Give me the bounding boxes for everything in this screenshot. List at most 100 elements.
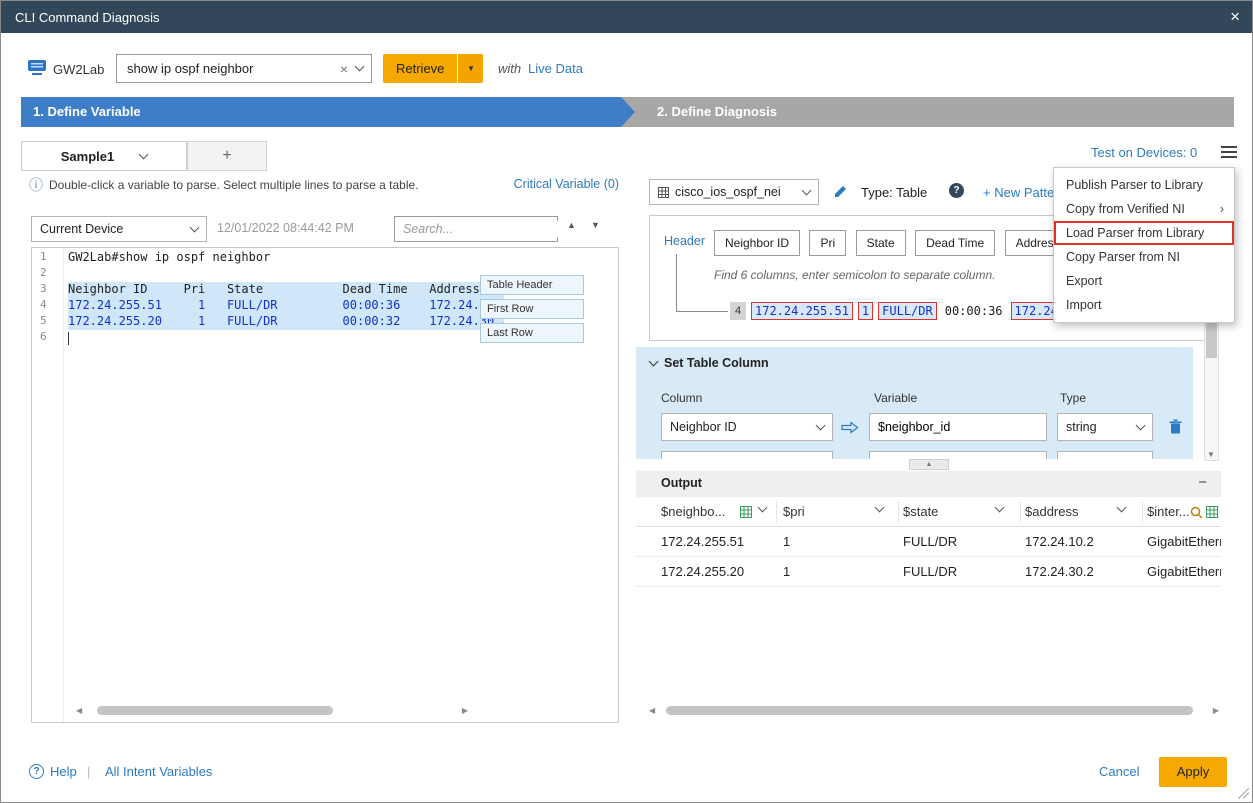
command-dropdown-icon[interactable] bbox=[355, 62, 365, 72]
column-select-dropdown-icon bbox=[816, 420, 826, 430]
variable-input-row2[interactable] bbox=[869, 451, 1047, 459]
menu-item-copy-from-verified-ni[interactable]: Copy from Verified NI › bbox=[1054, 197, 1234, 221]
line-number: 5 bbox=[32, 314, 63, 330]
data-source-select[interactable]: Current Device bbox=[31, 216, 207, 242]
output-col-pri[interactable]: $pri bbox=[783, 497, 805, 527]
command-input[interactable] bbox=[125, 60, 340, 77]
type-select-row2[interactable] bbox=[1057, 451, 1153, 459]
output-col-dropdown-icon[interactable] bbox=[758, 503, 768, 513]
output-col-neighbor[interactable]: $neighbo... bbox=[661, 497, 725, 527]
resize-grip[interactable] bbox=[1237, 787, 1249, 799]
output-col-dropdown-icon[interactable] bbox=[995, 503, 1005, 513]
type-label: Type: Table bbox=[861, 185, 927, 200]
parsed-token[interactable]: 1 bbox=[858, 302, 873, 320]
retrieve-button[interactable]: Retrieve bbox=[383, 54, 457, 83]
help-link[interactable]: Help bbox=[50, 764, 77, 779]
search-box[interactable] bbox=[394, 216, 558, 242]
all-intent-variables-link[interactable]: All Intent Variables bbox=[105, 764, 212, 779]
scroll-right-icon[interactable]: ▶ bbox=[462, 704, 468, 717]
search-next-icon[interactable]: ▼ bbox=[591, 220, 600, 230]
scroll-left-icon[interactable]: ◀ bbox=[649, 704, 655, 717]
output-hscrollbar[interactable]: ◀ ▶ bbox=[649, 704, 1219, 717]
cli-output-editor[interactable]: 1 2 3 4 5 6 GW2Lab#show ip ospf neighbor… bbox=[31, 247, 619, 723]
menu-item-copy-parser-from-ni[interactable]: Copy Parser from NI bbox=[1054, 245, 1234, 269]
collapse-output-icon[interactable]: ▲ bbox=[909, 459, 949, 470]
parsed-token[interactable]: FULL/DR bbox=[878, 302, 937, 320]
menu-item-label: Copy from Verified NI bbox=[1066, 202, 1185, 216]
cancel-button[interactable]: Cancel bbox=[1099, 764, 1139, 779]
tab-sample1[interactable]: Sample1 bbox=[21, 141, 187, 171]
close-icon[interactable]: × bbox=[1230, 7, 1240, 27]
set-table-column-header[interactable]: Set Table Column bbox=[650, 356, 769, 370]
column-select-row2[interactable] bbox=[661, 451, 833, 459]
header-column-button[interactable]: Neighbor ID bbox=[714, 230, 800, 256]
code-line[interactable] bbox=[68, 330, 504, 346]
header-column-button[interactable]: Dead Time bbox=[915, 230, 995, 256]
cell-pri: 1 bbox=[783, 557, 790, 587]
menu-item-export[interactable]: Export bbox=[1054, 269, 1234, 293]
output-col-address[interactable]: $address bbox=[1025, 497, 1078, 527]
sample-timestamp: 12/01/2022 08:44:42 PM bbox=[217, 221, 354, 235]
device-icon bbox=[27, 59, 47, 76]
output-col-dropdown-icon[interactable] bbox=[875, 503, 885, 513]
edit-pencil-icon[interactable] bbox=[833, 183, 849, 199]
output-col-interface[interactable]: $inter... bbox=[1147, 497, 1190, 527]
search-icon[interactable] bbox=[1190, 506, 1203, 519]
search-prev-icon[interactable]: ▲ bbox=[567, 220, 576, 230]
menu-item-publish-parser[interactable]: Publish Parser to Library bbox=[1054, 173, 1234, 197]
code-line[interactable]: GW2Lab#show ip ospf neighbor bbox=[68, 250, 504, 266]
live-data-link[interactable]: Live Data bbox=[528, 61, 583, 76]
dialog-title: CLI Command Diagnosis bbox=[15, 10, 160, 25]
parsed-token[interactable]: 172.24.255.51 bbox=[751, 302, 853, 320]
delete-row-trash-icon[interactable] bbox=[1169, 419, 1182, 434]
add-sample-tab-button[interactable]: + bbox=[187, 141, 267, 171]
type-help-icon[interactable]: ? bbox=[949, 183, 964, 198]
variable-input[interactable] bbox=[869, 413, 1047, 441]
minimize-output-icon[interactable]: − bbox=[1198, 474, 1207, 491]
scroll-left-icon[interactable]: ◀ bbox=[76, 704, 82, 717]
code-line[interactable] bbox=[68, 266, 504, 282]
scroll-down-icon[interactable]: ▼ bbox=[1207, 450, 1215, 459]
code-line-table-header[interactable]: Neighbor ID Pri State Dead Time Address bbox=[68, 282, 504, 298]
scroll-right-icon[interactable]: ▶ bbox=[1213, 704, 1219, 717]
table-icon bbox=[658, 187, 669, 198]
step-define-diagnosis[interactable]: 2. Define Diagnosis bbox=[621, 97, 1234, 127]
output-row[interactable]: 172.24.255.51 1 FULL/DR 172.24.10.2 Giga… bbox=[636, 527, 1221, 557]
column-select[interactable]: Neighbor ID bbox=[661, 413, 833, 441]
output-table-header: $neighbo... $pri $state $address $inter.… bbox=[636, 497, 1221, 527]
help-icon[interactable]: ? bbox=[29, 764, 44, 779]
collapse-section-icon bbox=[649, 356, 659, 366]
unparsed-token[interactable]: 00:00:36 bbox=[942, 303, 1006, 319]
test-on-devices-link[interactable]: Test on Devices: 0 bbox=[1091, 145, 1197, 160]
code-line-first-row[interactable]: 172.24.255.51 1 FULL/DR 00:00:36 172.24.… bbox=[68, 298, 504, 314]
menu-hamburger-icon[interactable] bbox=[1221, 146, 1237, 161]
menu-item-import[interactable]: Import bbox=[1054, 293, 1234, 317]
output-hscroll-thumb[interactable] bbox=[666, 706, 1193, 715]
output-col-state[interactable]: $state bbox=[903, 497, 938, 527]
code-lines[interactable]: GW2Lab#show ip ospf neighbor Neighbor ID… bbox=[68, 250, 504, 346]
header-column-button[interactable]: State bbox=[856, 230, 906, 256]
command-combobox[interactable]: × bbox=[116, 54, 372, 83]
apply-button[interactable]: Apply bbox=[1159, 757, 1227, 787]
line-number: 1 bbox=[32, 250, 63, 266]
critical-variable-link[interactable]: Critical Variable (0) bbox=[461, 177, 619, 191]
step-define-variable[interactable]: 1. Define Variable bbox=[21, 97, 621, 127]
editor-hscroll-thumb[interactable] bbox=[97, 706, 333, 715]
menu-item-load-parser-from-library[interactable]: Load Parser from Library bbox=[1054, 221, 1234, 245]
type-select[interactable]: string bbox=[1057, 413, 1153, 441]
code-line-last-row[interactable]: 172.24.255.20 1 FULL/DR 00:00:32 172.24.… bbox=[68, 314, 504, 330]
column-label: Column bbox=[661, 391, 702, 405]
tab-sample1-label: Sample1 bbox=[61, 149, 114, 164]
search-input[interactable] bbox=[401, 221, 566, 237]
table-icon[interactable] bbox=[1206, 506, 1218, 518]
editor-hscrollbar[interactable]: ◀ ▶ bbox=[76, 704, 468, 717]
output-row[interactable]: 172.24.255.20 1 FULL/DR 172.24.30.2 Giga… bbox=[636, 557, 1221, 587]
retrieve-dropdown-icon[interactable]: ▼ bbox=[457, 54, 483, 83]
tab-sample1-dropdown-icon[interactable] bbox=[139, 149, 149, 159]
parser-select[interactable]: cisco_ios_ospf_nei bbox=[649, 179, 819, 205]
cell-interface: GigabitEthernet bbox=[1147, 557, 1221, 587]
header-column-button[interactable]: Pri bbox=[809, 230, 846, 256]
clear-command-icon[interactable]: × bbox=[340, 61, 348, 77]
table-icon[interactable] bbox=[740, 506, 752, 518]
output-col-dropdown-icon[interactable] bbox=[1117, 503, 1127, 513]
